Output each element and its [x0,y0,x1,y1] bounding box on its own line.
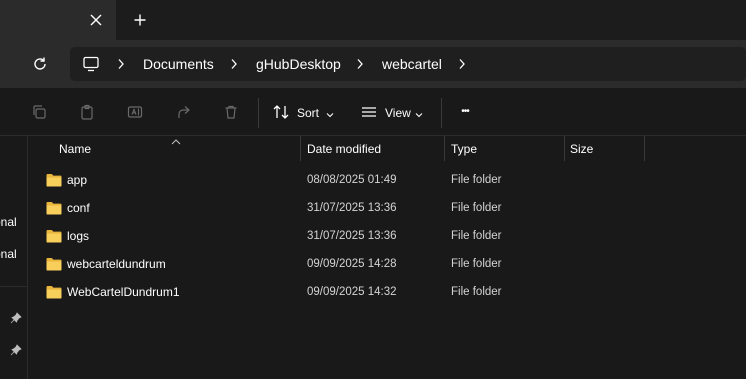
breadcrumb-ghubdesktop[interactable]: gHubDesktop [256,56,341,72]
chevron-right-icon[interactable] [355,55,365,73]
file-date-modified: 09/09/2025 14:32 [307,286,397,298]
chevron-down-icon[interactable] [415,108,423,118]
rename-icon [127,106,143,118]
this-pc-icon[interactable] [82,55,100,73]
plus-icon [134,14,146,26]
file-date-modified: 31/07/2025 13:36 [307,230,397,242]
sort-icon[interactable] [272,103,290,121]
paste-icon [81,104,93,120]
file-row-webcarteldundrum[interactable]: webcarteldundrum 09/09/2025 14:28 File f… [28,250,746,278]
share-button[interactable] [173,102,193,122]
file-type: File folder [451,202,502,214]
file-name: app [67,173,88,187]
rename-button[interactable] [125,102,145,122]
folder-icon [46,286,62,299]
refresh-button[interactable] [28,52,52,76]
trash-icon [225,105,237,119]
folder-icon [46,202,62,215]
folder-icon [46,174,62,187]
view-icon[interactable] [360,104,378,120]
nav-item[interactable]: onal [0,215,28,229]
column-divider[interactable] [644,136,645,161]
pin-icon[interactable] [10,312,22,324]
file-name: conf [67,201,90,215]
share-icon [178,106,190,118]
column-header-size[interactable]: Size [570,142,593,156]
folder-icon [46,230,62,243]
refresh-icon [34,57,46,70]
column-divider[interactable] [564,136,565,161]
copy-icon [33,105,46,119]
toolbar-divider [258,98,259,128]
delete-button[interactable] [221,102,241,122]
file-date-modified: 31/07/2025 13:36 [307,202,397,214]
nav-divider [0,286,27,287]
column-divider[interactable] [300,136,301,161]
nav-item[interactable]: onal [0,247,28,261]
file-name: WebCartelDundrum1 [67,285,180,299]
sort-ascending-icon [170,135,182,145]
paste-button[interactable] [77,102,97,122]
chevron-right-icon[interactable] [116,55,126,73]
file-row-webcarteldundrum1[interactable]: WebCartelDundrum1 09/09/2025 14:32 File … [28,278,746,306]
folder-icon [46,258,62,271]
sort-button[interactable]: Sort [297,106,319,120]
new-tab-button[interactable] [128,8,152,32]
file-row-conf[interactable]: conf 31/07/2025 13:36 File folder [28,194,746,222]
file-date-modified: 09/09/2025 14:28 [307,258,397,270]
column-divider[interactable] [444,136,445,161]
column-header-name[interactable]: Name [59,142,91,156]
file-row-logs[interactable]: logs 31/07/2025 13:36 File folder [28,222,746,250]
more-options-button[interactable]: ••• [454,104,476,120]
file-type: File folder [451,286,502,298]
close-tab-button[interactable] [84,8,108,32]
file-name: webcarteldundrum [67,257,166,271]
copy-button[interactable] [29,102,49,122]
column-header-date-modified[interactable]: Date modified [307,142,381,156]
toolbar-divider [441,98,442,128]
chevron-right-icon[interactable] [457,55,467,73]
column-header-type[interactable]: Type [451,142,477,156]
close-icon [90,14,102,26]
view-button[interactable]: View [385,106,411,120]
file-row-app[interactable]: app 08/08/2025 01:49 File folder [28,166,746,194]
file-type: File folder [451,258,502,270]
file-name: logs [67,229,90,243]
breadcrumb-documents[interactable]: Documents [143,56,214,72]
pin-icon[interactable] [10,344,22,356]
chevron-down-icon[interactable] [326,108,334,118]
breadcrumb-webcartel[interactable]: webcartel [382,56,442,72]
chevron-right-icon[interactable] [229,55,239,73]
file-type: File folder [451,174,502,186]
file-date-modified: 08/08/2025 01:49 [307,174,397,186]
file-type: File folder [451,230,502,242]
